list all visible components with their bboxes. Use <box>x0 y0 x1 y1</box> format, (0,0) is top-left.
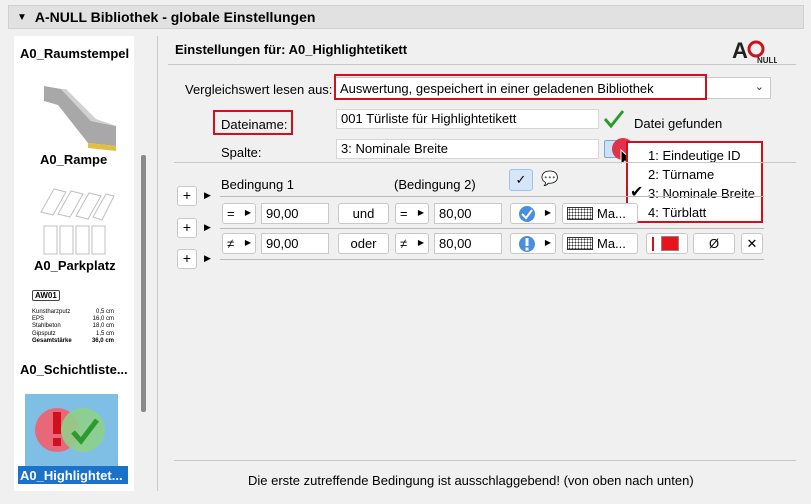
pen-color-button[interactable] <box>646 233 688 254</box>
play-icon[interactable]: ▶ <box>204 190 211 201</box>
operator1-button[interactable]: = ▶ <box>222 203 256 224</box>
pattern-swatch-icon <box>567 237 593 250</box>
collapse-triangle-icon[interactable]: ▼ <box>17 12 27 23</box>
file-status-text: Datei gefunden <box>634 116 723 131</box>
highlight-thumbnail <box>25 394 118 466</box>
sidebar-item-label: A0_Rampe <box>40 152 108 167</box>
condition1-header: Bedingung 1 <box>221 177 295 192</box>
ramp-thumbnail-icon <box>44 86 116 151</box>
divider <box>168 64 796 65</box>
join-button[interactable]: und <box>338 203 389 224</box>
thumb-row-value: 36,0 cm <box>91 337 114 344</box>
window-titlebar[interactable]: ▼ A-NULL Bibliothek - globale Einstellun… <box>8 5 804 29</box>
join-button[interactable]: oder <box>338 233 389 254</box>
thumb-row-name: Kunstharzputz <box>32 309 71 315</box>
pattern-button[interactable]: Ma... <box>562 233 638 254</box>
thumb-row-value: 18,0 cm <box>92 323 114 330</box>
check-circle-icon <box>519 206 535 222</box>
anull-logo: A NULL <box>732 38 777 64</box>
sidebar[interactable]: A0_Raumstempel A0_Rampe A0_Parkplatz AW0… <box>14 36 134 491</box>
clear-button[interactable]: ✕ <box>741 233 763 254</box>
value1-field[interactable]: 90,00 <box>261 233 329 254</box>
arrow-right-icon: ▶ <box>244 238 251 247</box>
red-color-swatch <box>661 236 679 251</box>
exclamation-circle-icon <box>519 236 535 252</box>
check-icon <box>603 110 625 129</box>
sidebar-item-label: A0_Highlightet... <box>20 468 123 483</box>
status-check-button[interactable]: ▶ <box>510 203 556 224</box>
filter-check-icon[interactable]: ✓ <box>509 169 533 191</box>
divider <box>220 259 764 260</box>
sidebar-item-label: A0_Raumstempel <box>20 46 130 61</box>
thumb-row-name: Gipsputz <box>32 330 56 337</box>
arrow-right-icon: ▶ <box>244 208 251 217</box>
svg-text:NULL: NULL <box>757 56 777 64</box>
dropdown-option[interactable]: 1: Eindeutige ID <box>648 148 741 163</box>
warning-check-icon <box>35 408 105 452</box>
divider <box>220 228 764 229</box>
thumb-row-value: 0,5 cm <box>95 309 114 315</box>
operator1-button[interactable]: ≠ ▶ <box>222 233 256 254</box>
thumb-row-value: 16,0 cm <box>92 316 114 323</box>
pen-separator <box>652 237 654 251</box>
value2-field[interactable]: 80,00 <box>434 203 502 224</box>
pattern-label: Ma... <box>597 206 626 221</box>
add-condition-button[interactable]: + <box>177 186 197 206</box>
thumb-row-name: Gesamtstärke <box>32 337 72 344</box>
column-label: Spalte: <box>221 145 262 160</box>
add-condition-button[interactable]: + <box>177 218 197 238</box>
highlight-frame <box>334 74 707 100</box>
operator2-button[interactable]: = ▶ <box>395 203 429 224</box>
divider <box>220 196 764 197</box>
arrow-right-icon: ▶ <box>544 208 551 217</box>
operator2-value: ≠ <box>400 236 408 251</box>
comment-icon[interactable]: 💬 <box>540 170 560 190</box>
thumb-badge: AW01 <box>32 290 60 301</box>
pattern-label: Ma... <box>597 236 626 251</box>
arrow-right-icon: ▶ <box>417 238 424 247</box>
divider <box>157 36 158 491</box>
add-condition-button[interactable]: + <box>177 249 197 269</box>
parking-thumbnail-icon <box>40 188 115 255</box>
layer-list-thumbnail: AW01 Kunstharzputz 0,5 cm EPS 16,0 cm Stah… <box>28 290 118 356</box>
column-field[interactable]: 3: Nominale Breite <box>336 139 599 159</box>
svg-text:A: A <box>732 38 748 63</box>
arrow-right-icon: ▶ <box>544 238 551 247</box>
value1-field[interactable]: 90,00 <box>261 203 329 224</box>
footer-hint: Die erste zutreffende Bedingung ist auss… <box>248 473 694 488</box>
chevron-down-icon[interactable]: ⌄ <box>755 80 764 93</box>
divider <box>174 460 796 461</box>
window-title: A-NULL Bibliothek - globale Einstellunge… <box>34 9 316 25</box>
pattern-button[interactable]: Ma... <box>562 203 638 224</box>
highlight-frame <box>213 110 293 135</box>
sidebar-item-label: A0_Schichtliste... <box>20 362 128 377</box>
condition2-header: (Bedingung 2) <box>394 177 476 192</box>
operator1-value: ≠ <box>227 236 235 251</box>
play-icon[interactable]: ▶ <box>204 222 211 233</box>
value2-field[interactable]: 80,00 <box>434 233 502 254</box>
sidebar-scrollbar[interactable] <box>141 155 146 412</box>
thumb-row-name: Stahlbeton <box>32 323 61 330</box>
filename-field[interactable]: 001 Türliste für Highlightetikett <box>336 109 599 129</box>
settings-title: Einstellungen für: A0_Highlightetikett <box>175 42 408 57</box>
thumb-row-value: 1,5 cm <box>95 330 114 337</box>
thumb-row-name: EPS <box>32 316 45 323</box>
operator2-value: = <box>400 206 408 221</box>
operator1-value: = <box>227 206 235 221</box>
arrow-right-icon: ▶ <box>417 208 424 217</box>
compare-label: Vergleichswert lesen aus: <box>185 82 333 97</box>
status-warning-button[interactable]: ▶ <box>510 233 556 254</box>
pattern-swatch-icon <box>567 207 593 220</box>
play-icon[interactable]: ▶ <box>204 253 211 264</box>
empty-symbol-button[interactable]: Ø <box>693 233 735 254</box>
sidebar-item-label: A0_Parkplatz <box>34 258 116 273</box>
operator2-button[interactable]: ≠ ▶ <box>395 233 429 254</box>
